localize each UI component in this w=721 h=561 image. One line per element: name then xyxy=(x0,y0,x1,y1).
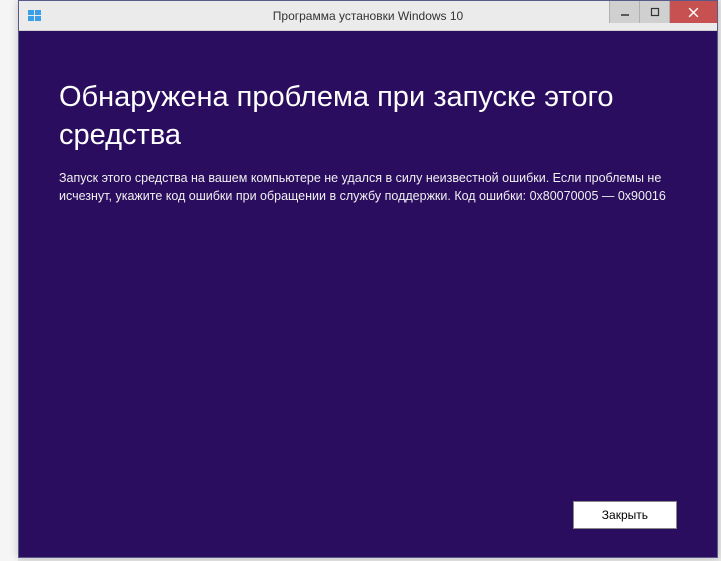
footer: Закрыть xyxy=(59,501,677,537)
background-clutter xyxy=(0,0,18,561)
installer-window: Программа установки Windows 10 Обнаружен… xyxy=(18,0,718,558)
app-icon xyxy=(27,8,43,24)
titlebar: Программа установки Windows 10 xyxy=(19,1,717,31)
maximize-button[interactable] xyxy=(639,1,669,23)
close-button[interactable] xyxy=(669,1,717,23)
close-action-button[interactable]: Закрыть xyxy=(573,501,677,529)
content-area: Обнаружена проблема при запуске этого ср… xyxy=(19,31,717,557)
error-heading: Обнаружена проблема при запуске этого ср… xyxy=(59,79,677,154)
minimize-button[interactable] xyxy=(609,1,639,23)
error-description: Запуск этого средства на вашем компьютер… xyxy=(59,170,677,205)
window-title: Программа установки Windows 10 xyxy=(273,9,463,23)
window-controls xyxy=(609,1,717,23)
